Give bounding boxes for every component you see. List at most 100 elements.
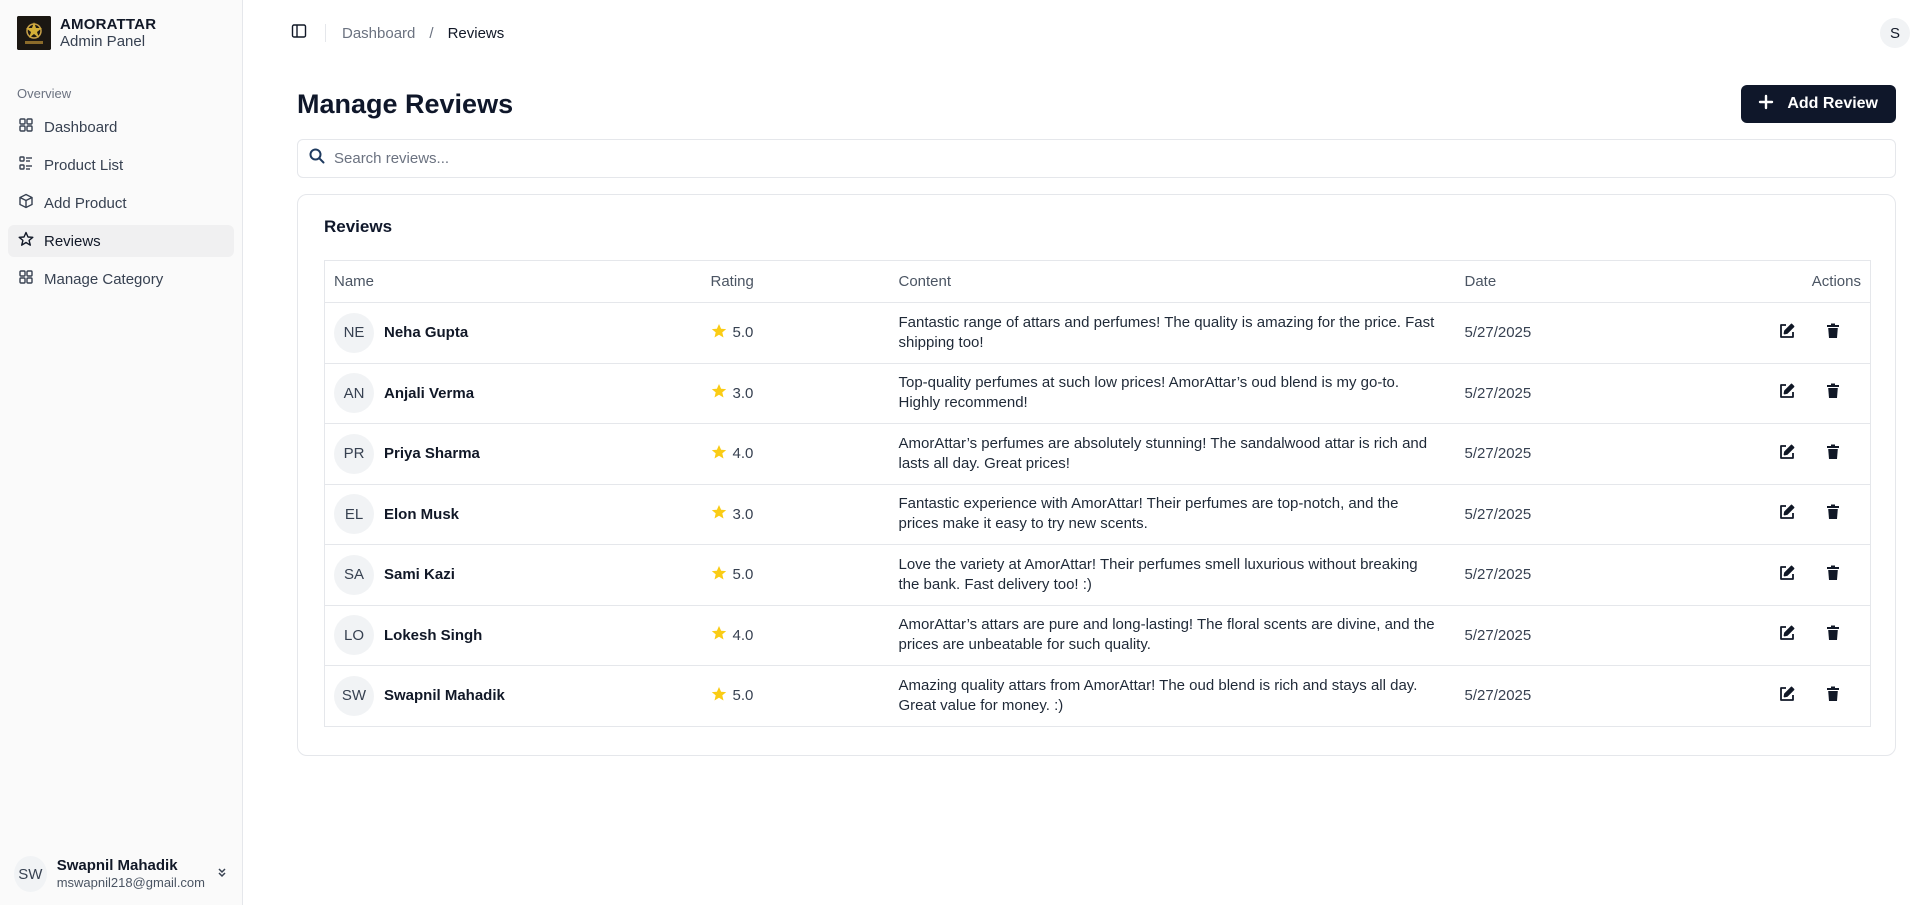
- brand-subtitle: Admin Panel: [60, 33, 146, 50]
- table-body: NE Neha Gupta 5.0 Fantastic range of att…: [324, 303, 1871, 727]
- sidebar-item-label: Manage Category: [44, 270, 164, 288]
- edit-icon: [1778, 564, 1796, 586]
- table-row: LO Lokesh Singh 4.0 AmorAttar’s attars a…: [324, 605, 1871, 666]
- review-content: AmorAttar’s perfumes are absolutely stun…: [898, 434, 1428, 472]
- delete-button[interactable]: [1824, 504, 1842, 523]
- column-header-actions: Actions: [1655, 260, 1871, 303]
- avatar: SW: [14, 856, 47, 892]
- avatar: LO: [334, 615, 374, 656]
- delete-button[interactable]: [1824, 323, 1842, 342]
- avatar[interactable]: S: [1880, 18, 1910, 48]
- rating: 4.0: [711, 625, 881, 645]
- sidebar-item-label: Dashboard: [44, 118, 118, 136]
- grid-icon: [18, 117, 34, 137]
- table-row: PR Priya Sharma 4.0 AmorAttar’s perfumes…: [324, 424, 1871, 484]
- list-icon: [18, 155, 34, 175]
- delete-button[interactable]: [1824, 444, 1842, 463]
- review-content: Amazing quality attars from AmorAttar! T…: [898, 676, 1418, 714]
- avatar: SA: [334, 554, 374, 595]
- review-date: 5/27/2025: [1464, 324, 1532, 342]
- reviews-card: Reviews Name Rating Content Date Actions…: [297, 194, 1896, 756]
- delete-button[interactable]: [1824, 383, 1842, 402]
- edit-icon: [1778, 382, 1796, 404]
- star-icon: [711, 565, 727, 585]
- reviewer-name: Elon Musk: [384, 505, 460, 523]
- column-header-content: Content: [889, 260, 1456, 303]
- breadcrumb-separator: /: [429, 24, 434, 42]
- star-icon: [711, 504, 727, 524]
- brand-name: AMORATTAR: [60, 16, 157, 33]
- reviewer-name: Neha Gupta: [384, 324, 469, 342]
- rating-value: 5.0: [732, 566, 754, 584]
- review-content: Fantastic experience with AmorAttar! The…: [898, 495, 1399, 533]
- add-review-label: Add Review: [1787, 95, 1878, 112]
- edit-button[interactable]: [1778, 443, 1796, 465]
- rating-value: 5.0: [732, 324, 754, 342]
- edit-icon: [1778, 322, 1796, 344]
- review-date: 5/27/2025: [1464, 505, 1532, 523]
- panel-left-icon: [291, 23, 307, 44]
- edit-button[interactable]: [1778, 322, 1796, 344]
- sidebar-nav: Dashboard Product List Add Product Revie…: [0, 111, 242, 295]
- rating-value: 5.0: [732, 687, 754, 705]
- sidebar-section-label: Overview: [17, 86, 72, 101]
- rating-value: 4.0: [732, 626, 754, 644]
- user-name: Swapnil Mahadik: [56, 857, 178, 874]
- reviewer-name: Lokesh Singh: [384, 626, 483, 644]
- table-header-row: Name Rating Content Date Actions: [324, 260, 1871, 303]
- rating: 5.0: [711, 323, 881, 343]
- edit-icon: [1778, 624, 1796, 646]
- review-date: 5/27/2025: [1464, 687, 1532, 705]
- sidebar-item-dashboard[interactable]: Dashboard: [8, 111, 234, 143]
- star-icon: [711, 323, 727, 343]
- edit-icon: [1778, 503, 1796, 525]
- star-icon: [18, 231, 34, 251]
- edit-button[interactable]: [1778, 382, 1796, 404]
- edit-icon: [1778, 443, 1796, 465]
- column-header-name: Name: [324, 260, 702, 303]
- breadcrumb: Dashboard / Reviews: [342, 25, 504, 42]
- trash-icon: [1824, 564, 1842, 586]
- table-row: EL Elon Musk 3.0 Fantastic experience wi…: [324, 484, 1871, 545]
- topbar: Dashboard / Reviews S: [243, 0, 1920, 66]
- search-input[interactable]: [334, 150, 1885, 167]
- star-icon: [711, 686, 727, 706]
- trash-icon: [1824, 624, 1842, 646]
- reviewer-name: Anjali Verma: [384, 384, 475, 402]
- delete-button[interactable]: [1824, 624, 1842, 646]
- review-content: Fantastic range of attars and perfumes! …: [898, 313, 1435, 351]
- edit-button[interactable]: [1778, 503, 1796, 525]
- user-menu[interactable]: SW Swapnil Mahadik mswapnil218@gmail.com: [0, 843, 243, 905]
- edit-icon: [1778, 685, 1796, 707]
- reviews-table: Name Rating Content Date Actions NE Neha…: [324, 260, 1871, 727]
- avatar: AN: [334, 373, 374, 414]
- avatar: PR: [334, 433, 374, 474]
- sidebar-toggle-button[interactable]: [289, 23, 309, 43]
- rating: 5.0: [711, 686, 881, 706]
- page-content: Manage Reviews Add Review Reviews: [297, 84, 1896, 756]
- review-content: Top-quality perfumes at such low prices!…: [898, 374, 1400, 412]
- breadcrumb-current: Reviews: [447, 24, 505, 42]
- add-review-button[interactable]: Add Review: [1741, 85, 1896, 123]
- edit-button[interactable]: [1778, 564, 1796, 586]
- sidebar-item-label: Reviews: [44, 232, 101, 250]
- sidebar-item-add-product[interactable]: Add Product: [8, 187, 234, 219]
- sidebar-item-manage-category[interactable]: Manage Category: [8, 263, 234, 295]
- edit-button[interactable]: [1778, 624, 1796, 646]
- edit-button[interactable]: [1778, 685, 1796, 707]
- column-header-rating: Rating: [701, 260, 890, 303]
- delete-button[interactable]: [1824, 686, 1842, 705]
- star-icon: [711, 383, 727, 403]
- rating-value: 4.0: [732, 445, 754, 463]
- avatar: EL: [334, 494, 374, 535]
- sidebar-item-label: Add Product: [44, 194, 127, 212]
- review-date: 5/27/2025: [1464, 384, 1532, 402]
- delete-button[interactable]: [1824, 564, 1842, 586]
- sidebar-item-product-list[interactable]: Product List: [8, 149, 234, 181]
- breadcrumb-dashboard-link[interactable]: Dashboard: [342, 25, 415, 42]
- sidebar-item-reviews[interactable]: Reviews: [8, 225, 234, 257]
- search-icon: [308, 147, 326, 170]
- avatar: SW: [334, 675, 374, 716]
- card-title: Reviews: [324, 217, 393, 236]
- brand[interactable]: AMORATTAR Admin Panel: [0, 0, 242, 66]
